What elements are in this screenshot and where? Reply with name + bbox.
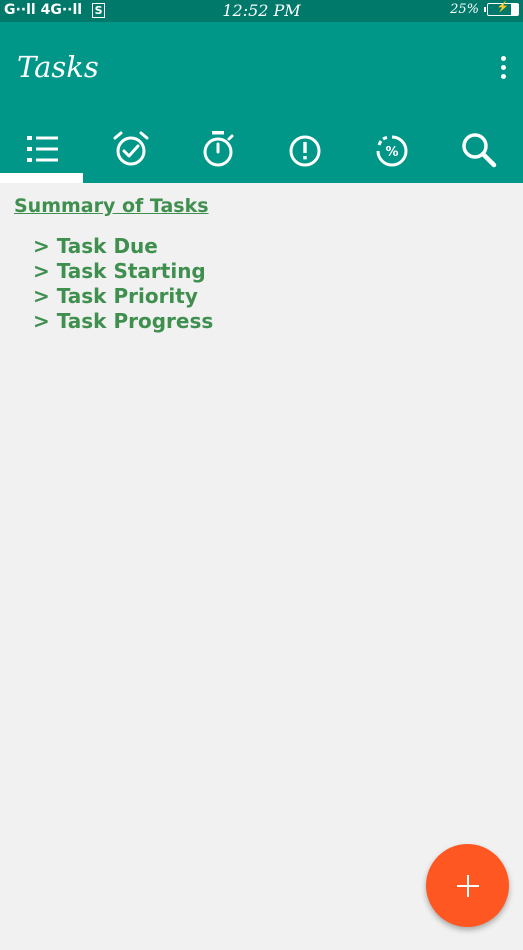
tab-bar: %	[0, 122, 523, 183]
dot-icon	[500, 56, 506, 61]
battery-fill	[510, 4, 518, 15]
search-icon	[462, 133, 497, 168]
exclamation-icon	[289, 135, 321, 167]
battery-percent: 25%	[450, 2, 479, 17]
tab-search[interactable]	[436, 122, 523, 183]
dot-icon	[500, 65, 506, 70]
tab-progress[interactable]: %	[349, 122, 436, 183]
tab-list[interactable]	[0, 122, 87, 183]
status-time: 12:52 PM	[222, 1, 301, 20]
app-bar: Tasks %	[0, 22, 523, 183]
battery-icon: ⚡	[484, 2, 519, 16]
tab-due[interactable]	[87, 122, 174, 183]
selected-tab-indicator	[0, 173, 83, 183]
alarm-check-icon	[113, 131, 149, 166]
more-options-button[interactable]	[497, 56, 509, 82]
tab-starting[interactable]	[174, 122, 261, 183]
summary-title: Summary of Tasks	[14, 195, 209, 217]
summary-list: > Task Due > Task Starting > Task Priori…	[33, 234, 213, 334]
plus-icon	[456, 874, 479, 897]
summary-item-task-priority: > Task Priority	[33, 284, 198, 308]
charging-bolt-icon: ⚡	[496, 2, 510, 13]
stopwatch-icon	[203, 131, 234, 167]
list-icon	[26, 136, 58, 162]
dot-icon	[500, 74, 506, 79]
summary-item-task-starting: > Task Starting	[33, 259, 206, 283]
summary-item-task-progress: > Task Progress	[33, 309, 214, 333]
svg-text:%: %	[386, 145, 399, 160]
percent-progress-icon: %	[376, 135, 408, 167]
status-bar: G∙∙ll 4G∙∙ll S 12:52 PM 25% ⚡	[0, 0, 523, 22]
add-task-button[interactable]	[426, 844, 509, 927]
app-title: Tasks	[17, 50, 99, 84]
tab-priority[interactable]	[262, 122, 349, 183]
battery-status: 25% ⚡	[450, 2, 519, 17]
summary-item-task-due: > Task Due	[33, 234, 158, 258]
